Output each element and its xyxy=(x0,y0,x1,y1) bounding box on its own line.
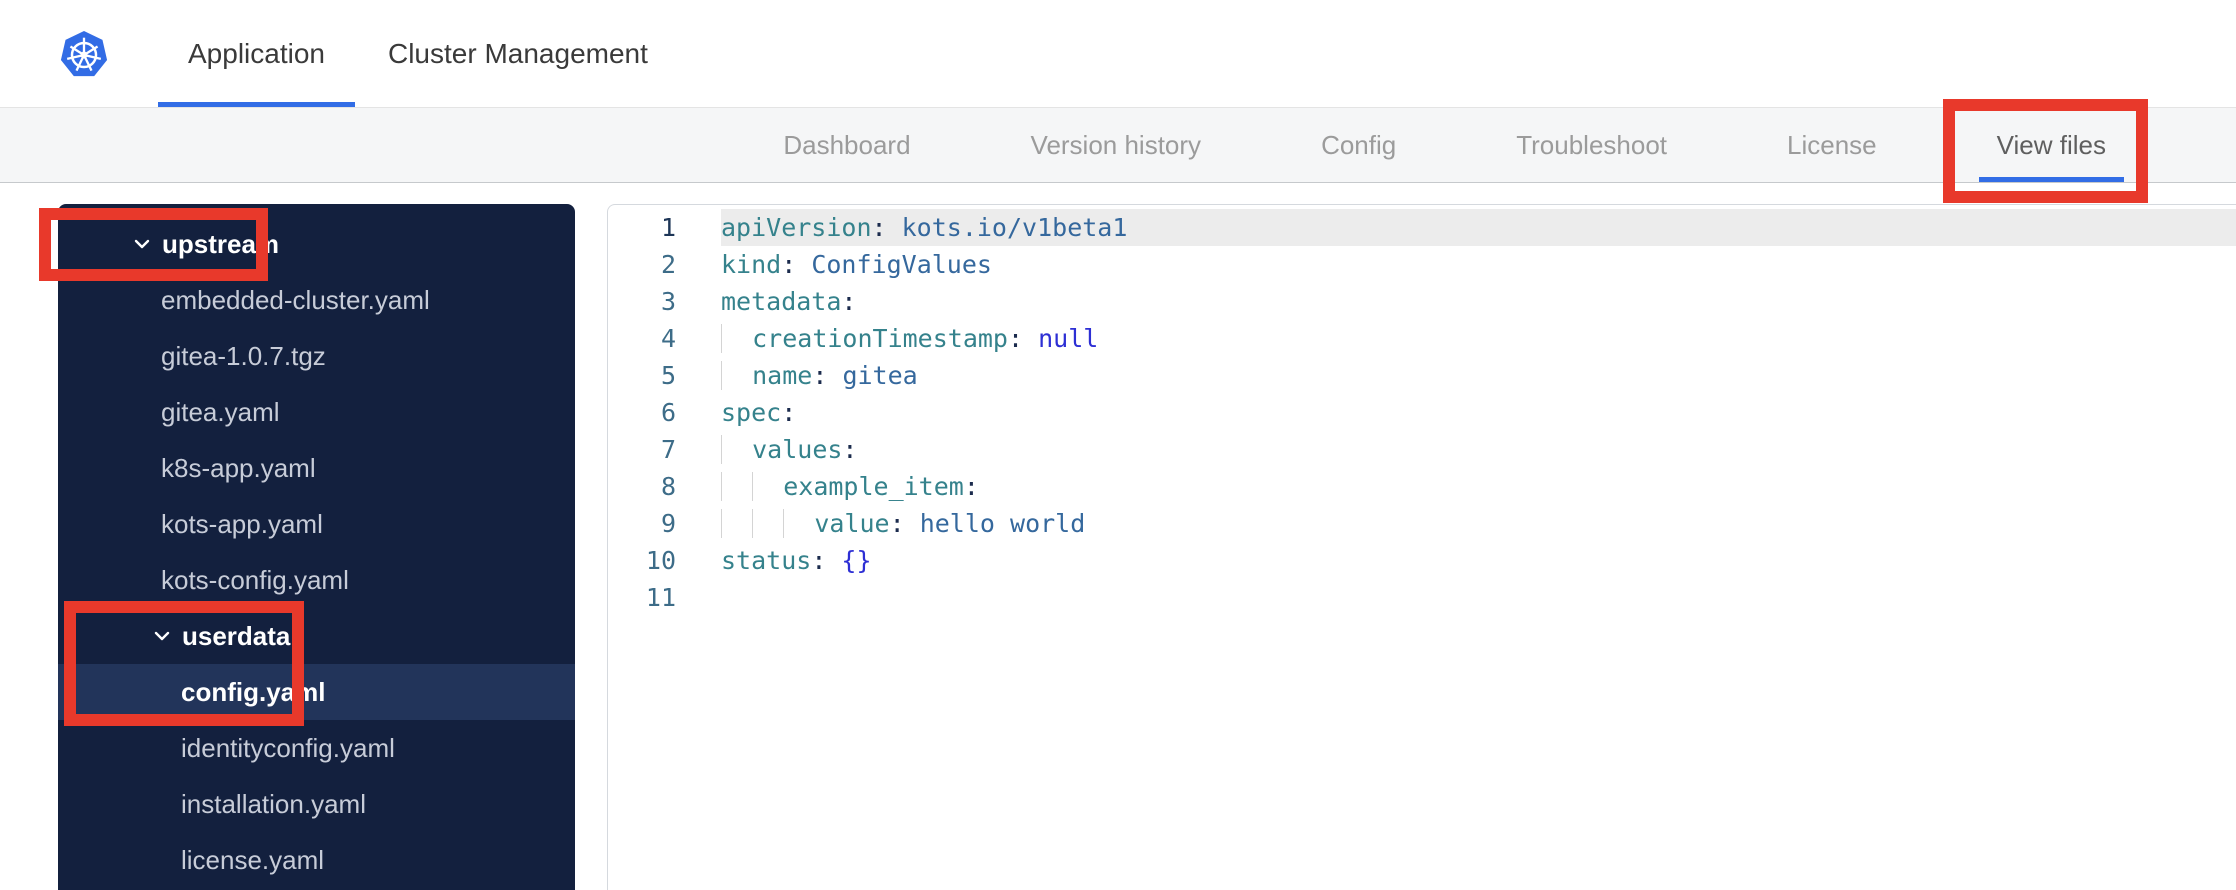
tree-file-identityconfig.yaml[interactable]: identityconfig.yaml xyxy=(58,720,575,776)
line-number: 11 xyxy=(645,583,676,612)
tree-item-label: kots-config.yaml xyxy=(161,564,349,595)
tree-folder-userdata[interactable]: userdata xyxy=(58,608,575,664)
tree-file-kots-app.yaml[interactable]: kots-app.yaml xyxy=(58,496,575,552)
indent-guide xyxy=(783,509,814,538)
indent-guide xyxy=(721,472,752,501)
kubernetes-logo-icon xyxy=(60,30,108,77)
code-line-1[interactable]: 1 apiVersion: kots.io/v1beta1 xyxy=(608,209,2236,246)
tab-view-files[interactable]: View files xyxy=(1978,108,2125,183)
tab-version-history[interactable]: Version history xyxy=(1013,108,1220,183)
tree-file-gitea-1.0.7.tgz[interactable]: gitea-1.0.7.tgz xyxy=(58,328,575,384)
code-text: spec: xyxy=(721,398,797,427)
tree-item-label: installation.yaml xyxy=(181,788,366,819)
app-header: Application Cluster Management xyxy=(0,0,2236,108)
tree-item-label: gitea-1.0.7.tgz xyxy=(161,340,326,371)
chevron-down-icon xyxy=(154,631,172,641)
code-text: creationTimestamp: null xyxy=(721,320,2236,357)
primary-nav: Application Cluster Management xyxy=(158,0,678,108)
code-line-5[interactable]: 5 name: gitea xyxy=(608,357,2236,394)
code-line-2[interactable]: 2 kind: ConfigValues xyxy=(608,246,2236,283)
code-text: status: {} xyxy=(721,546,872,575)
indent-guide xyxy=(721,435,752,464)
code-text: metadata: xyxy=(721,287,857,316)
line-number: 5 xyxy=(660,361,676,390)
tree-file-embedded-cluster.yaml[interactable]: embedded-cluster.yaml xyxy=(58,272,575,328)
code-line-11[interactable]: 11 xyxy=(608,579,2236,616)
code-line-10[interactable]: 10 status: {} xyxy=(608,542,2236,579)
code-line-7[interactable]: 7 values: xyxy=(608,431,2236,468)
tree-item-label: userdata xyxy=(182,620,291,651)
line-number: 7 xyxy=(660,435,676,464)
code-text: kind: ConfigValues xyxy=(721,250,992,279)
yaml-editor[interactable]: 1 apiVersion: kots.io/v1beta1 2 kind: Confi… xyxy=(607,204,2236,890)
indent-guide xyxy=(721,509,752,538)
tree-file-installation.yaml[interactable]: installation.yaml xyxy=(58,776,575,832)
tree-item-label: identityconfig.yaml xyxy=(181,732,395,763)
code-line-3[interactable]: 3 metadata: xyxy=(608,283,2236,320)
tab-application[interactable]: Application xyxy=(158,0,355,108)
tree-file-license.yaml[interactable]: license.yaml xyxy=(58,832,575,888)
kots-admin-console: Application Cluster Management Dashboard… xyxy=(0,0,2236,890)
tab-config[interactable]: Config xyxy=(1303,108,1414,183)
tree-item-label: gitea.yaml xyxy=(161,396,280,427)
line-number: 8 xyxy=(660,472,676,501)
line-number: 3 xyxy=(660,287,676,316)
indent-guide xyxy=(721,361,752,390)
line-number: 10 xyxy=(645,546,676,575)
tree-item-label: embedded-cluster.yaml xyxy=(161,284,430,315)
code-text: value: hello world xyxy=(721,505,2236,542)
indent-guide xyxy=(752,509,783,538)
line-number: 4 xyxy=(660,324,676,353)
line-number: 6 xyxy=(660,398,676,427)
tree-folder-upstream[interactable]: upstream xyxy=(58,216,575,272)
tree-item-label: config.yaml xyxy=(181,676,326,707)
code-text: values: xyxy=(721,431,2236,468)
code-text: name: gitea xyxy=(721,357,2236,394)
tree-item-label: kots-app.yaml xyxy=(161,508,323,539)
tree-file-gitea.yaml[interactable]: gitea.yaml xyxy=(58,384,575,440)
indent-guide xyxy=(752,472,783,501)
tab-dashboard[interactable]: Dashboard xyxy=(765,108,928,183)
chevron-down-icon xyxy=(134,239,152,249)
file-tree-sidebar: upstream embedded-cluster.yaml gitea-1.0.7… xyxy=(58,204,575,890)
code-text: example_item: xyxy=(721,468,2236,505)
tree-file-kots-config.yaml[interactable]: kots-config.yaml xyxy=(58,552,575,608)
indent-guide xyxy=(721,324,752,353)
line-number: 1 xyxy=(660,213,676,242)
tab-troubleshoot[interactable]: Troubleshoot xyxy=(1498,108,1685,183)
tab-license[interactable]: License xyxy=(1769,108,1895,183)
code-line-4[interactable]: 4 creationTimestamp: null xyxy=(608,320,2236,357)
tree-file-k8s-app.yaml[interactable]: k8s-app.yaml xyxy=(58,440,575,496)
tree-item-label: license.yaml xyxy=(181,844,325,875)
code-text: apiVersion: kots.io/v1beta1 xyxy=(721,209,2236,246)
tree-file-config.yaml[interactable]: config.yaml xyxy=(58,664,575,720)
code-line-8[interactable]: 8 example_item: xyxy=(608,468,2236,505)
line-number: 9 xyxy=(660,509,676,538)
app-subnav: Dashboard Version history Config Trouble… xyxy=(0,108,2236,183)
code-line-9[interactable]: 9 value: hello world xyxy=(608,505,2236,542)
line-number: 2 xyxy=(660,250,676,279)
tree-item-label: upstream xyxy=(162,228,280,259)
code-line-6[interactable]: 6 spec: xyxy=(608,394,2236,431)
tree-item-label: k8s-app.yaml xyxy=(161,452,316,483)
tab-cluster-management[interactable]: Cluster Management xyxy=(358,0,678,108)
